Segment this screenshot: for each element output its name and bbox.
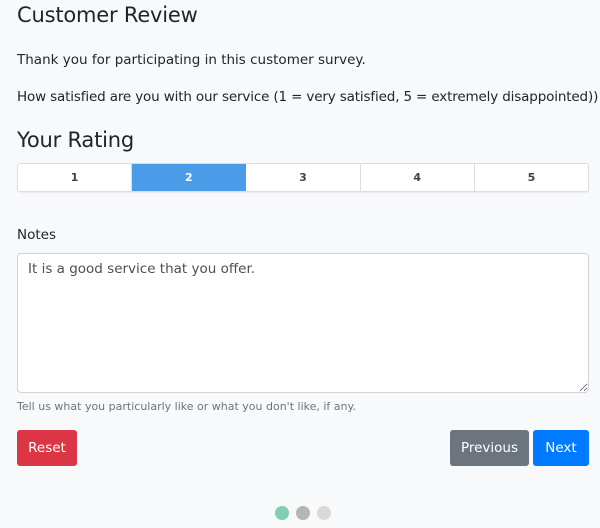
step-dot-3[interactable] xyxy=(317,506,331,520)
notes-textarea[interactable] xyxy=(17,253,589,393)
step-indicator xyxy=(275,506,331,520)
rating-option-1[interactable]: 1 xyxy=(18,164,133,191)
reset-button[interactable]: Reset xyxy=(17,430,77,466)
rating-option-3[interactable]: 3 xyxy=(246,164,361,191)
rating-option-4[interactable]: 4 xyxy=(360,164,475,191)
rating-title: Your Rating xyxy=(17,128,135,152)
notes-label: Notes xyxy=(17,227,56,243)
rating-button-group: 1 2 3 4 5 xyxy=(17,163,589,192)
step-dot-1[interactable] xyxy=(275,506,289,520)
rating-option-5[interactable]: 5 xyxy=(474,164,588,191)
next-button[interactable]: Next xyxy=(533,430,589,466)
survey-page: Customer Review Thank you for participat… xyxy=(0,0,600,528)
notes-help-text: Tell us what you particularly like or wh… xyxy=(17,400,356,413)
question-text: How satisfied are you with our service (… xyxy=(17,89,599,105)
page-title: Customer Review xyxy=(17,3,198,27)
intro-text: Thank you for participating in this cust… xyxy=(17,52,366,68)
previous-button[interactable]: Previous xyxy=(450,430,529,466)
step-dot-2[interactable] xyxy=(296,506,310,520)
rating-option-2[interactable]: 2 xyxy=(132,164,247,191)
